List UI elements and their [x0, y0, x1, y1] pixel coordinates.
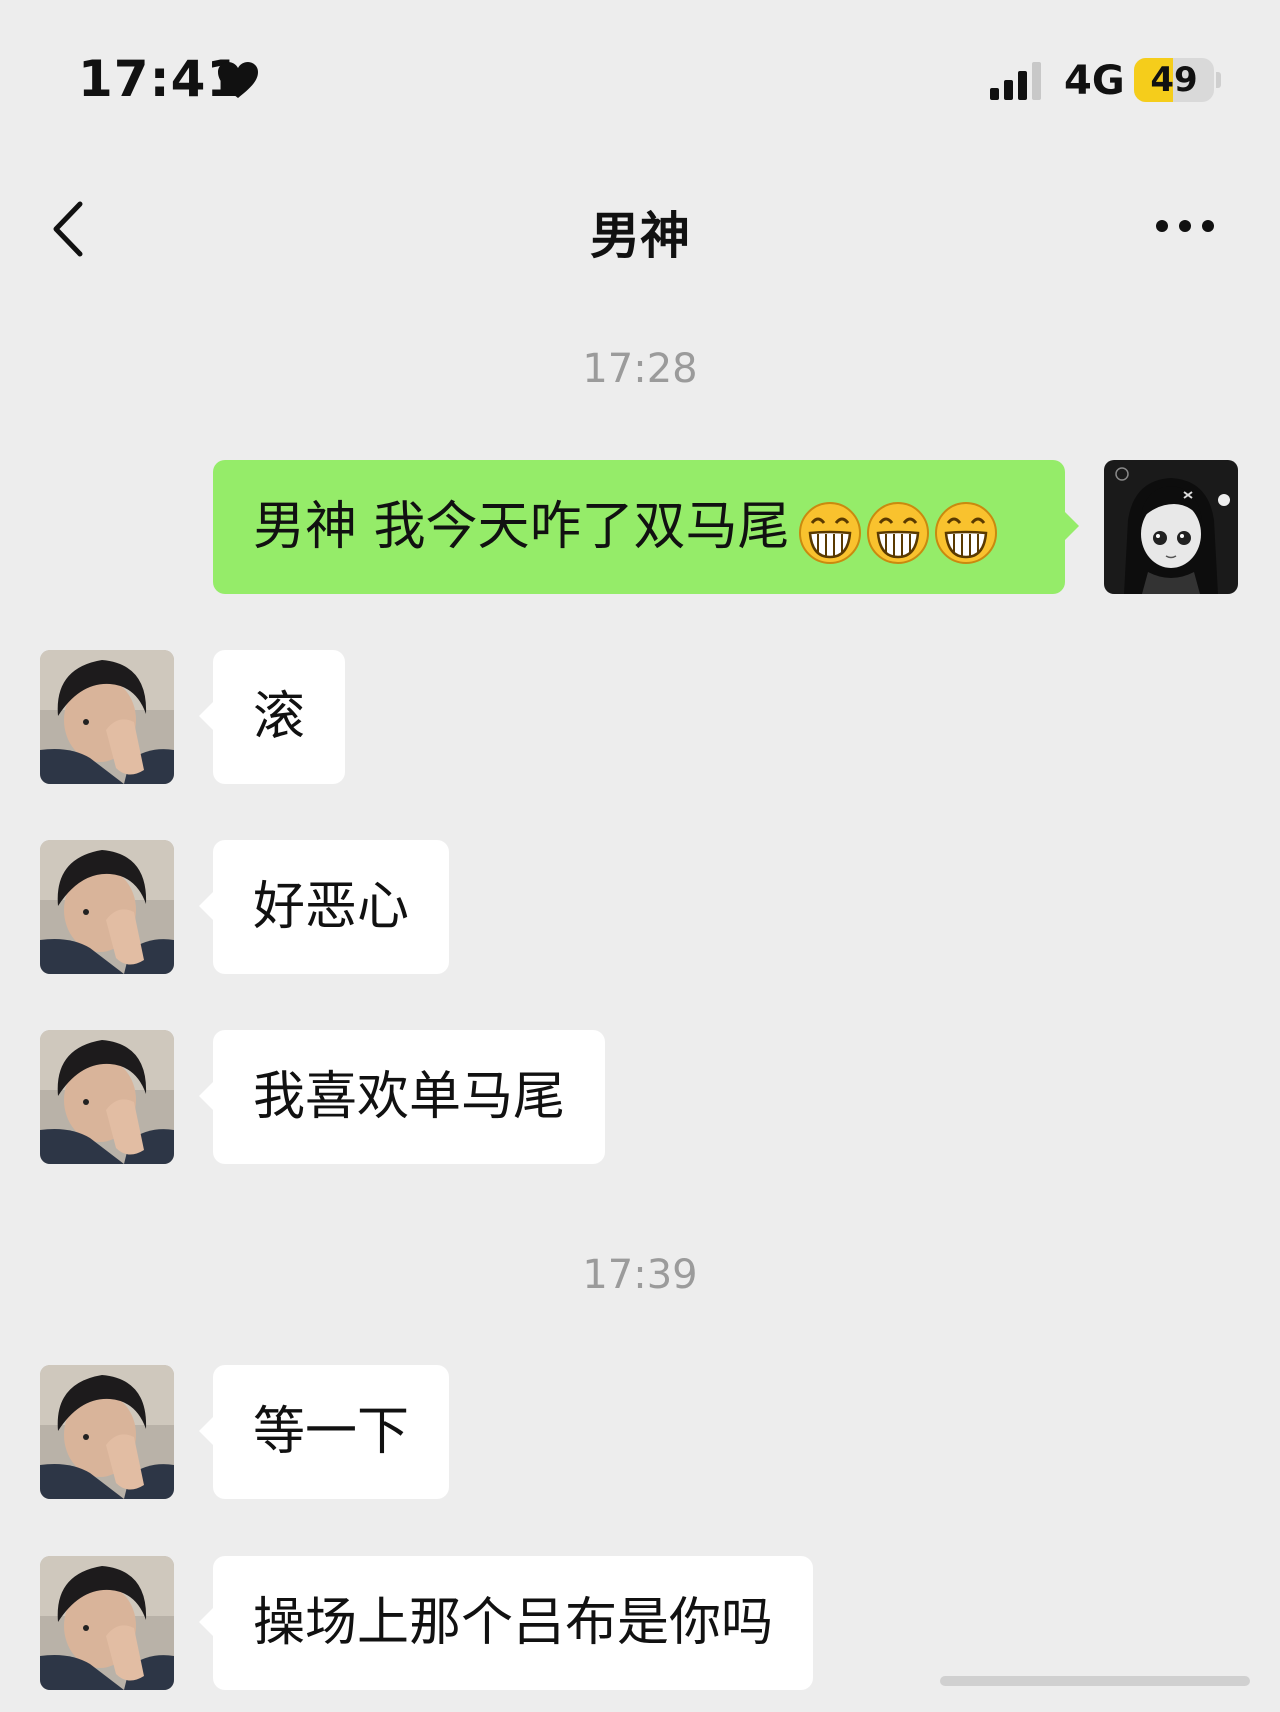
received-message-bubble[interactable]: 我喜欢单马尾: [198, 1030, 606, 1164]
grin-icon: [934, 502, 997, 564]
sent-message-text: 男神 我今天咋了双马尾: [253, 497, 790, 557]
battery-cap: [1216, 72, 1221, 88]
contact-avatar[interactable]: [40, 840, 174, 974]
contact-avatar[interactable]: [40, 1365, 174, 1499]
more-dots-icon[interactable]: [1150, 206, 1220, 246]
sent-message-bubble[interactable]: 男神 我今天咋了双马尾: [213, 460, 1079, 597]
contact-avatar[interactable]: [40, 650, 174, 784]
chevron-left-icon[interactable]: [46, 194, 96, 264]
heart-icon: [218, 62, 258, 98]
message-timestamp: 17:28: [582, 346, 698, 392]
emoji-row: [794, 463, 998, 597]
network-label: 4G: [1064, 58, 1125, 104]
status-bar: 17:41 4G 49: [0, 0, 1280, 150]
contact-avatar[interactable]: [40, 1030, 174, 1164]
battery-indicator: 49: [1134, 58, 1214, 102]
battery-level: 49: [1150, 60, 1198, 100]
received-message-text: 等一下: [253, 1402, 410, 1462]
chat-screen: 17:41 4G 49 男神 17:28 男神 我今天咋了双马尾 滚 好恶心 我…: [0, 0, 1280, 1712]
nav-bar: 男神: [0, 170, 1280, 290]
received-message-bubble[interactable]: 等一下: [198, 1365, 450, 1499]
home-indicator: [940, 1676, 1250, 1686]
received-message-bubble[interactable]: 操场上那个吕布是你吗: [198, 1556, 814, 1690]
contact-avatar[interactable]: [40, 1556, 174, 1690]
grin-icon: [798, 502, 861, 564]
received-message-text: 操场上那个吕布是你吗: [253, 1593, 774, 1653]
message-timestamp: 17:39: [582, 1252, 698, 1298]
received-message-bubble[interactable]: 好恶心: [198, 840, 450, 974]
received-message-text: 好恶心: [253, 877, 410, 937]
grin-icon: [866, 502, 929, 564]
my-avatar[interactable]: [1104, 460, 1238, 594]
received-message-text: 滚: [253, 687, 306, 747]
received-message-bubble[interactable]: 滚: [198, 650, 346, 784]
chat-title: 男神: [590, 207, 690, 265]
signal-icon: [990, 62, 1041, 100]
received-message-text: 我喜欢单马尾: [253, 1067, 566, 1127]
